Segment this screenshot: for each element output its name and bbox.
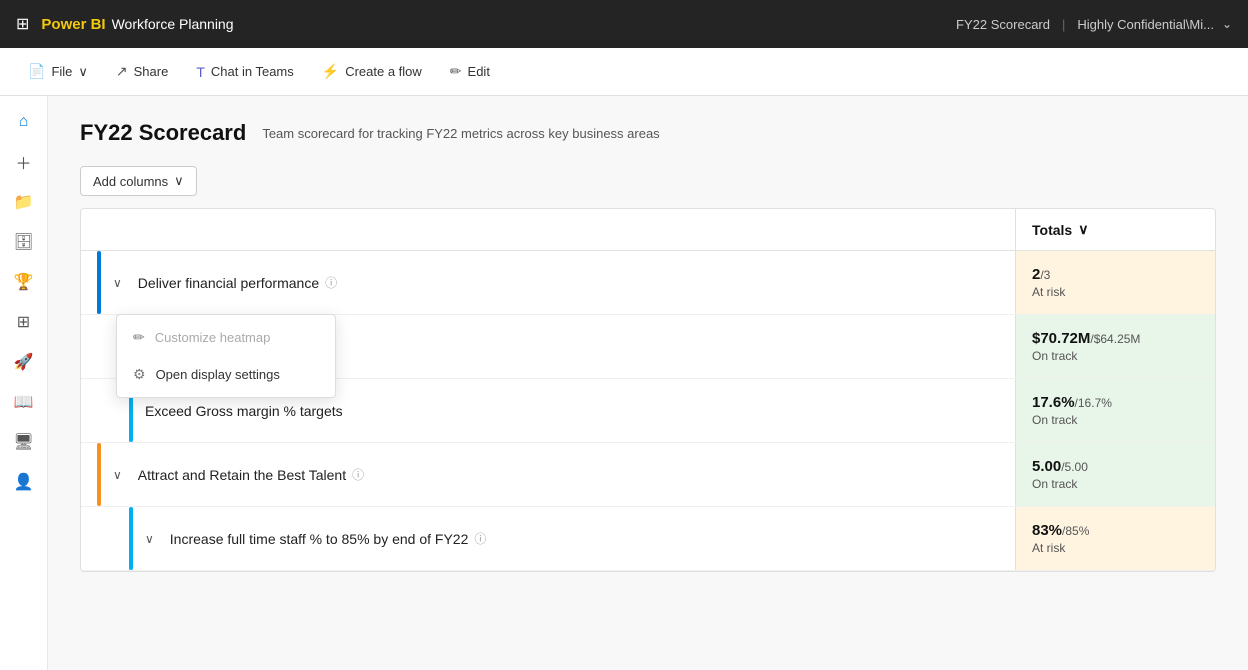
sidebar-item-apps[interactable]: ⊞	[6, 304, 42, 340]
add-columns-label: Add columns	[93, 174, 168, 189]
row-indicator-blue	[97, 251, 101, 314]
share-button[interactable]: ↗ Share	[104, 57, 180, 86]
workspace-title: Workforce Planning	[112, 16, 234, 32]
increase-staff-cell: 83%/85% At risk	[1015, 507, 1215, 570]
sidebar-item-monitor[interactable]: 🖥	[6, 424, 42, 460]
page-header: FY22 Scorecard Team scorecard for tracki…	[80, 120, 1216, 146]
settings-icon: ⚙	[133, 366, 146, 383]
cell-value: 17.6%/16.7%	[1032, 394, 1199, 411]
row-main-attract-retain: ∨ Attract and Retain the Best Talent ⓘ	[81, 443, 1015, 506]
flow-label: Create a flow	[345, 64, 422, 79]
create-flow-button[interactable]: ⚡ Create a flow	[310, 57, 434, 86]
sidebar-item-create[interactable]: ＋	[6, 144, 42, 180]
totals-label: Totals	[1032, 222, 1072, 238]
sidebar: ⌂ ＋ 📁 🗄 🏆 ⊞ 🚀 📖 🖥 👤	[0, 96, 48, 670]
page-title: FY22 Scorecard	[80, 120, 246, 146]
totals-chevron[interactable]: ∨	[1078, 221, 1088, 238]
exceed-revenue-cell: $70.72M/$64.25M On track	[1015, 315, 1215, 378]
totals-header: Totals ∨	[1015, 209, 1215, 250]
sidebar-item-data[interactable]: 🗄	[6, 224, 42, 260]
exceed-gross-cell: 17.6%/16.7% On track	[1015, 379, 1215, 442]
edit-button[interactable]: ✏ Edit	[438, 57, 502, 86]
edit-label: Edit	[468, 64, 490, 79]
toolbar: 📄 File ∨ ↗ Share T Chat in Teams ⚡ Creat…	[0, 48, 1248, 96]
cell-status: On track	[1032, 413, 1199, 427]
cell-status: On track	[1032, 349, 1199, 363]
main-layout: ⌂ ＋ 📁 🗄 🏆 ⊞ 🚀 📖 🖥 👤 FY22 Scorecard Team …	[0, 96, 1248, 670]
page-description: Team scorecard for tracking FY22 metrics…	[262, 126, 659, 141]
expand-attract-retain[interactable]: ∨	[113, 468, 122, 482]
attract-retain-cell: 5.00/5.00 On track	[1015, 443, 1215, 506]
add-columns-button[interactable]: Add columns ∨	[80, 166, 197, 196]
file-button[interactable]: 📄 File ∨	[16, 57, 100, 86]
add-columns-chevron: ∨	[174, 173, 184, 189]
scorecard-header: Totals ∨	[81, 209, 1215, 251]
scorecard-label: FY22 Scorecard	[956, 17, 1050, 32]
top-bar-right: FY22 Scorecard | Highly Confidential\Mi.…	[956, 17, 1232, 32]
cell-status: At risk	[1032, 285, 1199, 299]
customize-icon: ✏	[133, 329, 145, 346]
sidebar-item-browse[interactable]: 📁	[6, 184, 42, 220]
sidebar-item-deploy[interactable]: 🚀	[6, 344, 42, 380]
brand: Power BI Workforce Planning	[41, 16, 233, 33]
expand-deliver-financial[interactable]: ∨	[113, 276, 122, 290]
sensitivity-label: Highly Confidential\Mi...	[1077, 17, 1214, 32]
top-bar: ⊞ Power BI Workforce Planning FY22 Score…	[0, 0, 1248, 48]
row-indicator-teal	[129, 507, 133, 570]
table-row: ∨ Increase full time staff % to 85% by e…	[81, 507, 1215, 571]
cell-value: 2/3	[1032, 266, 1199, 283]
exceed-gross-label: Exceed Gross margin % targets	[145, 403, 343, 419]
cell-value: $70.72M/$64.25M	[1032, 330, 1199, 347]
deliver-financial-cell: 2/3 At risk	[1015, 251, 1215, 314]
cell-status: On track	[1032, 477, 1199, 491]
chat-teams-button[interactable]: T Chat in Teams	[184, 58, 305, 86]
file-icon: 📄	[28, 63, 45, 80]
row-main-increase-staff: ∨ Increase full time staff % to 85% by e…	[81, 507, 1015, 570]
header-main-empty	[81, 209, 1015, 250]
sidebar-item-profile[interactable]: 👤	[6, 464, 42, 500]
row-indicator-orange	[97, 443, 101, 506]
customize-label: Customize heatmap	[155, 330, 271, 345]
share-label: Share	[134, 64, 169, 79]
sidebar-item-home[interactable]: ⌂	[6, 104, 42, 140]
separator: |	[1062, 17, 1065, 32]
dropdown-menu: ✏ Customize heatmap ⚙ Open display setti…	[116, 314, 336, 398]
info-icon: ⓘ	[352, 466, 364, 483]
topbar-chevron[interactable]: ⌄	[1222, 17, 1232, 31]
row-main-deliver-financial: ∨ Deliver financial performance ⓘ	[81, 251, 1015, 314]
cell-value: 5.00/5.00	[1032, 458, 1199, 475]
file-chevron: ∨	[78, 64, 88, 80]
dropdown-item-display-settings[interactable]: ⚙ Open display settings	[117, 356, 335, 393]
share-icon: ↗	[116, 63, 128, 80]
info-icon: ⓘ	[474, 530, 486, 547]
top-bar-left: ⊞ Power BI Workforce Planning	[16, 14, 234, 34]
file-label: File	[51, 64, 72, 79]
display-settings-label: Open display settings	[156, 367, 280, 382]
table-row: ∨ Deliver financial performance ⓘ 2/3 At…	[81, 251, 1215, 315]
cell-status: At risk	[1032, 541, 1199, 555]
content-area: FY22 Scorecard Team scorecard for tracki…	[48, 96, 1248, 670]
cell-value: 83%/85%	[1032, 522, 1199, 539]
dropdown-item-customize: ✏ Customize heatmap	[117, 319, 335, 356]
deliver-financial-label: Deliver financial performance ⓘ	[138, 274, 337, 291]
edit-icon: ✏	[450, 63, 462, 80]
table-row: ∨ Attract and Retain the Best Talent ⓘ 5…	[81, 443, 1215, 507]
flow-icon: ⚡	[322, 63, 339, 80]
expand-increase-staff[interactable]: ∨	[145, 532, 154, 546]
powerbi-logo: Power BI	[41, 16, 105, 33]
sidebar-item-learn[interactable]: 📖	[6, 384, 42, 420]
chat-label: Chat in Teams	[211, 64, 294, 79]
info-icon: ⓘ	[325, 274, 337, 291]
teams-icon: T	[196, 64, 205, 80]
increase-staff-label: Increase full time staff % to 85% by end…	[170, 530, 487, 547]
apps-icon[interactable]: ⊞	[16, 14, 29, 34]
sidebar-item-goals[interactable]: 🏆	[6, 264, 42, 300]
attract-retain-label: Attract and Retain the Best Talent ⓘ	[138, 466, 364, 483]
